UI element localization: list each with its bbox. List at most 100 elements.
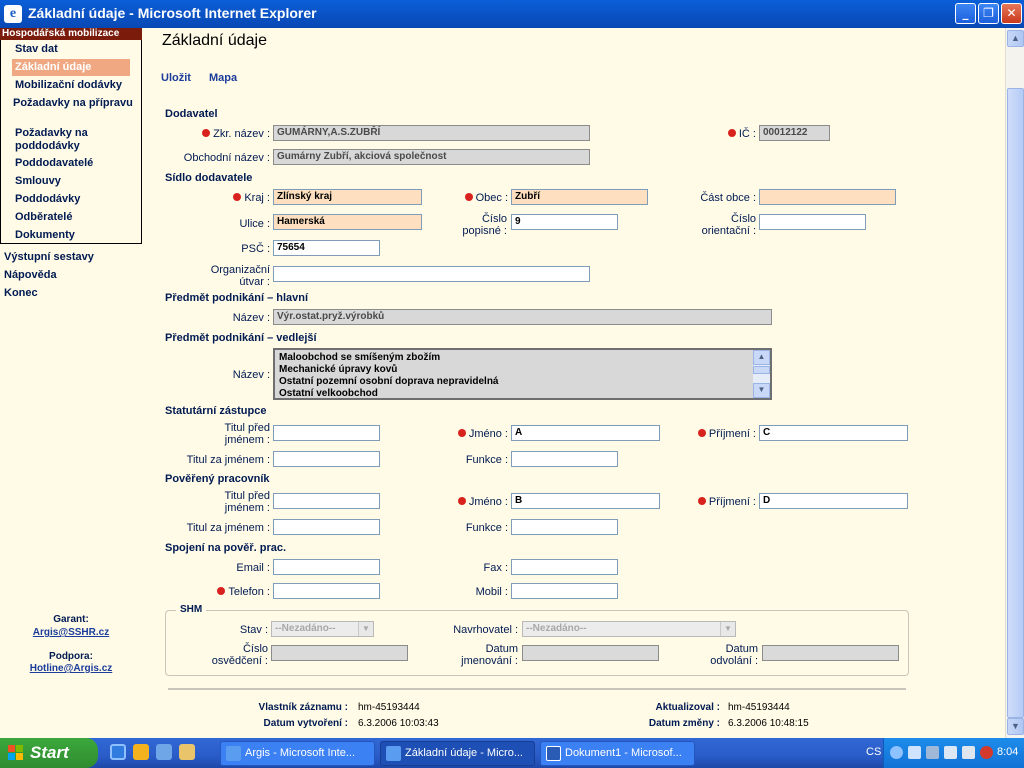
scroll-down-icon[interactable]: ▼ (1007, 718, 1024, 735)
sidebar-item-stav-dat[interactable]: Stav dat (15, 43, 58, 56)
mobil-field[interactable] (511, 583, 618, 599)
ie-quicklaunch-icon[interactable] (110, 744, 126, 760)
task-zakladni-udaje[interactable]: Základní údaje - Micro... (380, 741, 535, 766)
datum-zmeny-label: Datum změny : (648, 718, 720, 729)
shm-navrhovatel-select[interactable]: --Nezadáno-- ▼ (522, 621, 736, 637)
map-link[interactable]: Mapa (209, 72, 237, 84)
sidebar-item-pozadavky-na-pripravu[interactable]: Požadavky na přípravu (13, 97, 133, 110)
garant-email-link[interactable]: Argis@SSHR.cz (0, 627, 142, 638)
task-argis[interactable]: Argis - Microsoft Inte... (220, 741, 375, 766)
scroll-up-icon[interactable]: ▲ (753, 350, 770, 365)
cislo-osvedceni-field[interactable] (271, 645, 408, 661)
label-titul-za-1: Titul za jménem : (186, 454, 270, 466)
close-button[interactable]: ✕ (1001, 3, 1022, 24)
sidebar-item-pozadavky-na-poddodavky[interactable]: Požadavky na poddodávky (15, 127, 111, 153)
section-spojeni: Spojení na pověř. prac. (165, 542, 287, 554)
sidebar-item-konec[interactable]: Konec (4, 287, 38, 299)
volume-icon[interactable] (962, 746, 975, 759)
pov-prijmeni-field[interactable]: D (759, 493, 908, 509)
predmet-hlavni-field[interactable]: Výr.ostat.pryž.výrobků (273, 309, 772, 325)
ic-field[interactable]: 00012122 (759, 125, 830, 141)
section-predmet-hlavni: Předmět podnikání – hlavní (165, 292, 309, 304)
stat-titul-za-field[interactable] (273, 451, 380, 467)
chevron-down-icon[interactable]: ▼ (720, 622, 735, 636)
chevron-down-icon[interactable]: ▼ (358, 622, 373, 636)
task-dokument1[interactable]: Dokument1 - Microsof... (540, 741, 695, 766)
task-label: Argis - Microsoft Inte... (245, 747, 356, 759)
sidebar-item-vystupni-sestavy[interactable]: Výstupní sestavy (4, 251, 94, 263)
predmet-vedlejsi-listbox[interactable]: Maloobchod se smíšeným zbožím Mechanické… (273, 348, 772, 400)
shm-stav-select[interactable]: --Nezadáno-- ▼ (271, 621, 374, 637)
sidebar-item-zakladni-udaje[interactable]: Základní údaje (12, 59, 130, 76)
fax-field[interactable] (511, 559, 618, 575)
label-datum-jmenovani: Datum jmenování : (461, 643, 518, 667)
maximize-button[interactable]: ❐ (978, 3, 999, 24)
sidebar-item-mobilizacni-dodavky[interactable]: Mobilizační dodávky (15, 79, 122, 92)
sidebar-item-poddodavatele[interactable]: Poddodavatelé (15, 157, 93, 170)
stat-prijmeni-field[interactable]: C (759, 425, 908, 441)
cislo-popisne-field[interactable]: 9 (511, 214, 618, 230)
zkr-nazev-field[interactable]: GUMÁRNY,A.S.ZUBŘÍ (273, 125, 590, 141)
list-item[interactable]: Ostatní pozemní osobní doprava nepravide… (279, 376, 748, 388)
psc-field[interactable]: 75654 (273, 240, 380, 256)
scroll-down-icon[interactable]: ▼ (753, 383, 770, 398)
org-utvar-field[interactable] (273, 266, 590, 282)
network-icon[interactable] (908, 746, 921, 759)
label-navrhovatel: Navrhovatel : (453, 624, 518, 636)
scroll-up-icon[interactable]: ▲ (1007, 30, 1024, 47)
scroll-thumb[interactable] (1007, 88, 1024, 718)
sidebar: Hospodářská mobilizace Stav dat Základní… (0, 28, 142, 738)
cislo-orientacni-field[interactable] (759, 214, 866, 230)
clock[interactable]: 8:04 (997, 746, 1018, 758)
sidebar-item-dokumenty[interactable]: Dokumenty (15, 229, 75, 242)
section-sidlo: Sídlo dodavatele (165, 172, 253, 184)
pov-funkce-field[interactable] (511, 519, 618, 535)
sidebar-item-smlouvy[interactable]: Smlouvy (15, 175, 61, 188)
kraj-field[interactable]: Zlínský kraj (273, 189, 422, 205)
pov-titul-za-field[interactable] (273, 519, 380, 535)
label-nazev-hlavni: Název : (232, 312, 270, 324)
save-link[interactable]: Uložit (161, 72, 191, 84)
sidebar-item-odberatele[interactable]: Odběratelé (15, 211, 72, 224)
tray-chevron-icon[interactable] (890, 746, 903, 759)
outlook-express-icon[interactable] (156, 744, 172, 760)
ulice-field[interactable]: Hamerská (273, 214, 422, 230)
label-stav: Stav : (239, 624, 268, 636)
stat-titul-pred-field[interactable] (273, 425, 380, 441)
cast-obce-field[interactable] (759, 189, 896, 205)
show-desktop-icon[interactable] (179, 744, 195, 760)
email-field[interactable] (273, 559, 380, 575)
obchodni-nazev-field[interactable]: Gumárny Zubří, akciová společnost (273, 149, 590, 165)
minimize-button[interactable]: _ (955, 3, 976, 24)
sidebar-item-poddodavky[interactable]: Poddodávky (15, 193, 80, 206)
list-item[interactable]: Mechanické úpravy kovů (279, 364, 748, 376)
label-fax: Fax : (483, 562, 508, 574)
datum-jmenovani-field[interactable] (522, 645, 659, 661)
language-indicator[interactable]: CS (866, 746, 881, 758)
title-bar[interactable]: e Základní údaje - Microsoft Internet Ex… (0, 0, 1024, 28)
listbox-scrollbar[interactable]: ▲ ▼ (753, 350, 770, 398)
pov-titul-pred-field[interactable] (273, 493, 380, 509)
telefon-field[interactable] (273, 583, 380, 599)
stat-funkce-field[interactable] (511, 451, 618, 467)
datum-odvolani-field[interactable] (762, 645, 899, 661)
scroll-thumb[interactable] (753, 366, 770, 374)
page-scrollbar[interactable]: ▲ ▼ (1005, 28, 1024, 738)
stat-jmeno-field[interactable]: A (511, 425, 660, 441)
required-indicator (457, 429, 466, 437)
start-button[interactable]: Start (0, 738, 98, 768)
label-cislo-popisne: Číslo popisné : (462, 213, 507, 237)
list-item[interactable]: Maloobchod se smíšeným zbožím (279, 352, 748, 364)
printer-icon[interactable] (944, 746, 957, 759)
list-item[interactable]: Ostatní velkoobchod (279, 388, 748, 400)
network-icon[interactable] (926, 746, 939, 759)
sidebar-header: Hospodářská mobilizace (0, 28, 142, 40)
pov-jmeno-field[interactable]: B (511, 493, 660, 509)
security-alert-icon[interactable] (980, 746, 993, 759)
podpora-label: Podpora: (49, 651, 93, 662)
media-player-icon[interactable] (133, 744, 149, 760)
podpora-email-link[interactable]: Hotline@Argis.cz (0, 663, 142, 674)
sidebar-item-napoveda[interactable]: Nápověda (4, 269, 57, 281)
obec-field[interactable]: Zubří (511, 189, 648, 205)
label-funkce-2: Funkce : (465, 522, 508, 534)
